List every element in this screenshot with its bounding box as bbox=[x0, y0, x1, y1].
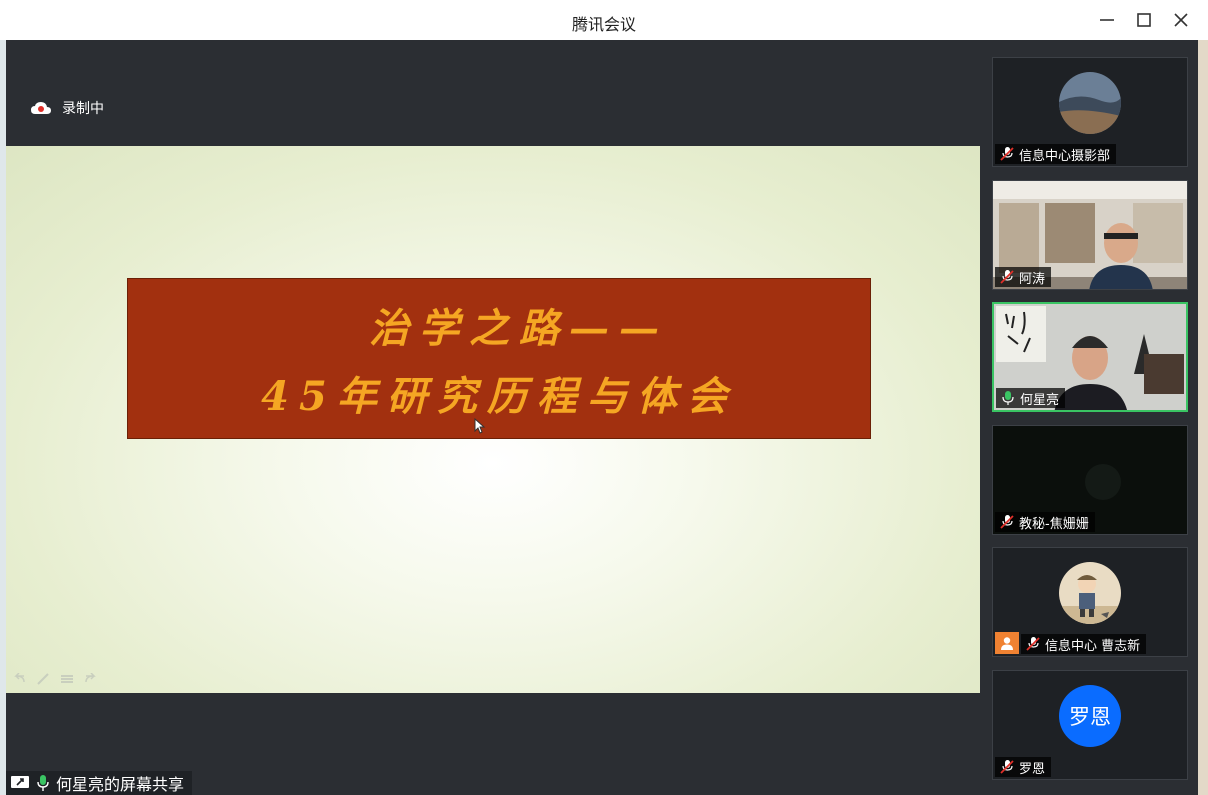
participant-tile[interactable]: 罗恩 罗恩 bbox=[992, 670, 1188, 780]
shared-screen-area: 录制中 治学之路—— 45年研究历程与体会 何星亮的屏幕共享 bbox=[6, 40, 980, 795]
participant-tile-active-speaker[interactable]: 何星亮 bbox=[992, 302, 1188, 412]
menu-icon[interactable] bbox=[60, 670, 74, 683]
screen-share-label: 何星亮的屏幕共享 bbox=[56, 775, 185, 794]
slide-toolbar bbox=[12, 670, 98, 685]
name-tag: 阿涛 bbox=[995, 267, 1052, 287]
back-arrow-icon[interactable] bbox=[12, 670, 26, 683]
participant-name: 信息中心摄影部 bbox=[1019, 148, 1111, 164]
avatar bbox=[1059, 562, 1121, 624]
cloud-record-icon bbox=[31, 102, 51, 114]
microphone-active-icon bbox=[1002, 391, 1014, 405]
title-bar: 腾讯会议 bbox=[0, 0, 1208, 41]
pen-icon[interactable] bbox=[36, 670, 50, 685]
avatar bbox=[1059, 72, 1121, 134]
participant-tile[interactable]: 信息中心摄影部 bbox=[992, 57, 1188, 167]
avatar-initials: 罗恩 bbox=[1059, 685, 1121, 747]
participant-name: 罗恩 bbox=[1019, 761, 1046, 777]
mouse-cursor-icon bbox=[474, 418, 486, 434]
window-title: 腾讯会议 bbox=[571, 15, 636, 34]
minimize-button[interactable] bbox=[1094, 8, 1120, 32]
participant-name: 阿涛 bbox=[1019, 271, 1046, 287]
presentation-slide: 治学之路—— 45年研究历程与体会 bbox=[6, 146, 980, 693]
participant-sidebar: 信息中心摄影部 阿涛 何星亮 教秘-焦姗姗 信息中心 曹志新 罗恩 罗恩 bbox=[980, 40, 1198, 795]
screen-share-icon bbox=[11, 776, 29, 788]
recording-label: 录制中 bbox=[62, 101, 104, 117]
participant-tile[interactable]: 阿涛 bbox=[992, 180, 1188, 290]
recording-indicator[interactable]: 录制中 bbox=[30, 98, 104, 118]
microphone-muted-icon bbox=[1000, 760, 1014, 774]
maximize-button[interactable] bbox=[1131, 8, 1157, 32]
name-tag: 信息中心摄影部 bbox=[995, 144, 1117, 164]
minimize-icon bbox=[1100, 19, 1114, 21]
forward-arrow-icon[interactable] bbox=[84, 670, 98, 683]
participant-name: 信息中心 曹志新 bbox=[1045, 638, 1141, 654]
name-tag: 罗恩 bbox=[995, 757, 1052, 777]
microphone-muted-icon bbox=[1026, 637, 1040, 651]
participant-name: 何星亮 bbox=[1020, 392, 1060, 408]
microphone-muted-icon bbox=[1000, 147, 1014, 161]
microphone-muted-icon bbox=[1000, 515, 1014, 529]
microphone-icon bbox=[37, 775, 49, 791]
name-tag: 教秘-焦姗姗 bbox=[995, 512, 1095, 532]
close-button[interactable] bbox=[1168, 8, 1194, 32]
screen-share-bar[interactable]: 何星亮的屏幕共享 bbox=[6, 771, 193, 795]
slide-title-line2: 45年研究历程与体会 bbox=[261, 372, 737, 420]
name-tag: 何星亮 bbox=[996, 388, 1066, 408]
participant-name: 教秘-焦姗姗 bbox=[1019, 516, 1089, 532]
slide-title-line1: 治学之路—— bbox=[369, 304, 669, 352]
microphone-muted-icon bbox=[1000, 270, 1014, 284]
maximize-icon bbox=[1137, 13, 1151, 27]
slide-title-banner: 治学之路—— 45年研究历程与体会 bbox=[127, 278, 871, 439]
close-icon bbox=[1174, 13, 1188, 27]
participant-tile[interactable]: 教秘-焦姗姗 bbox=[992, 425, 1188, 535]
name-tag: 信息中心 曹志新 bbox=[1021, 634, 1147, 654]
participant-tile[interactable]: 信息中心 曹志新 bbox=[992, 547, 1188, 657]
right-edge bbox=[1198, 40, 1208, 795]
user-icon bbox=[995, 632, 1019, 654]
